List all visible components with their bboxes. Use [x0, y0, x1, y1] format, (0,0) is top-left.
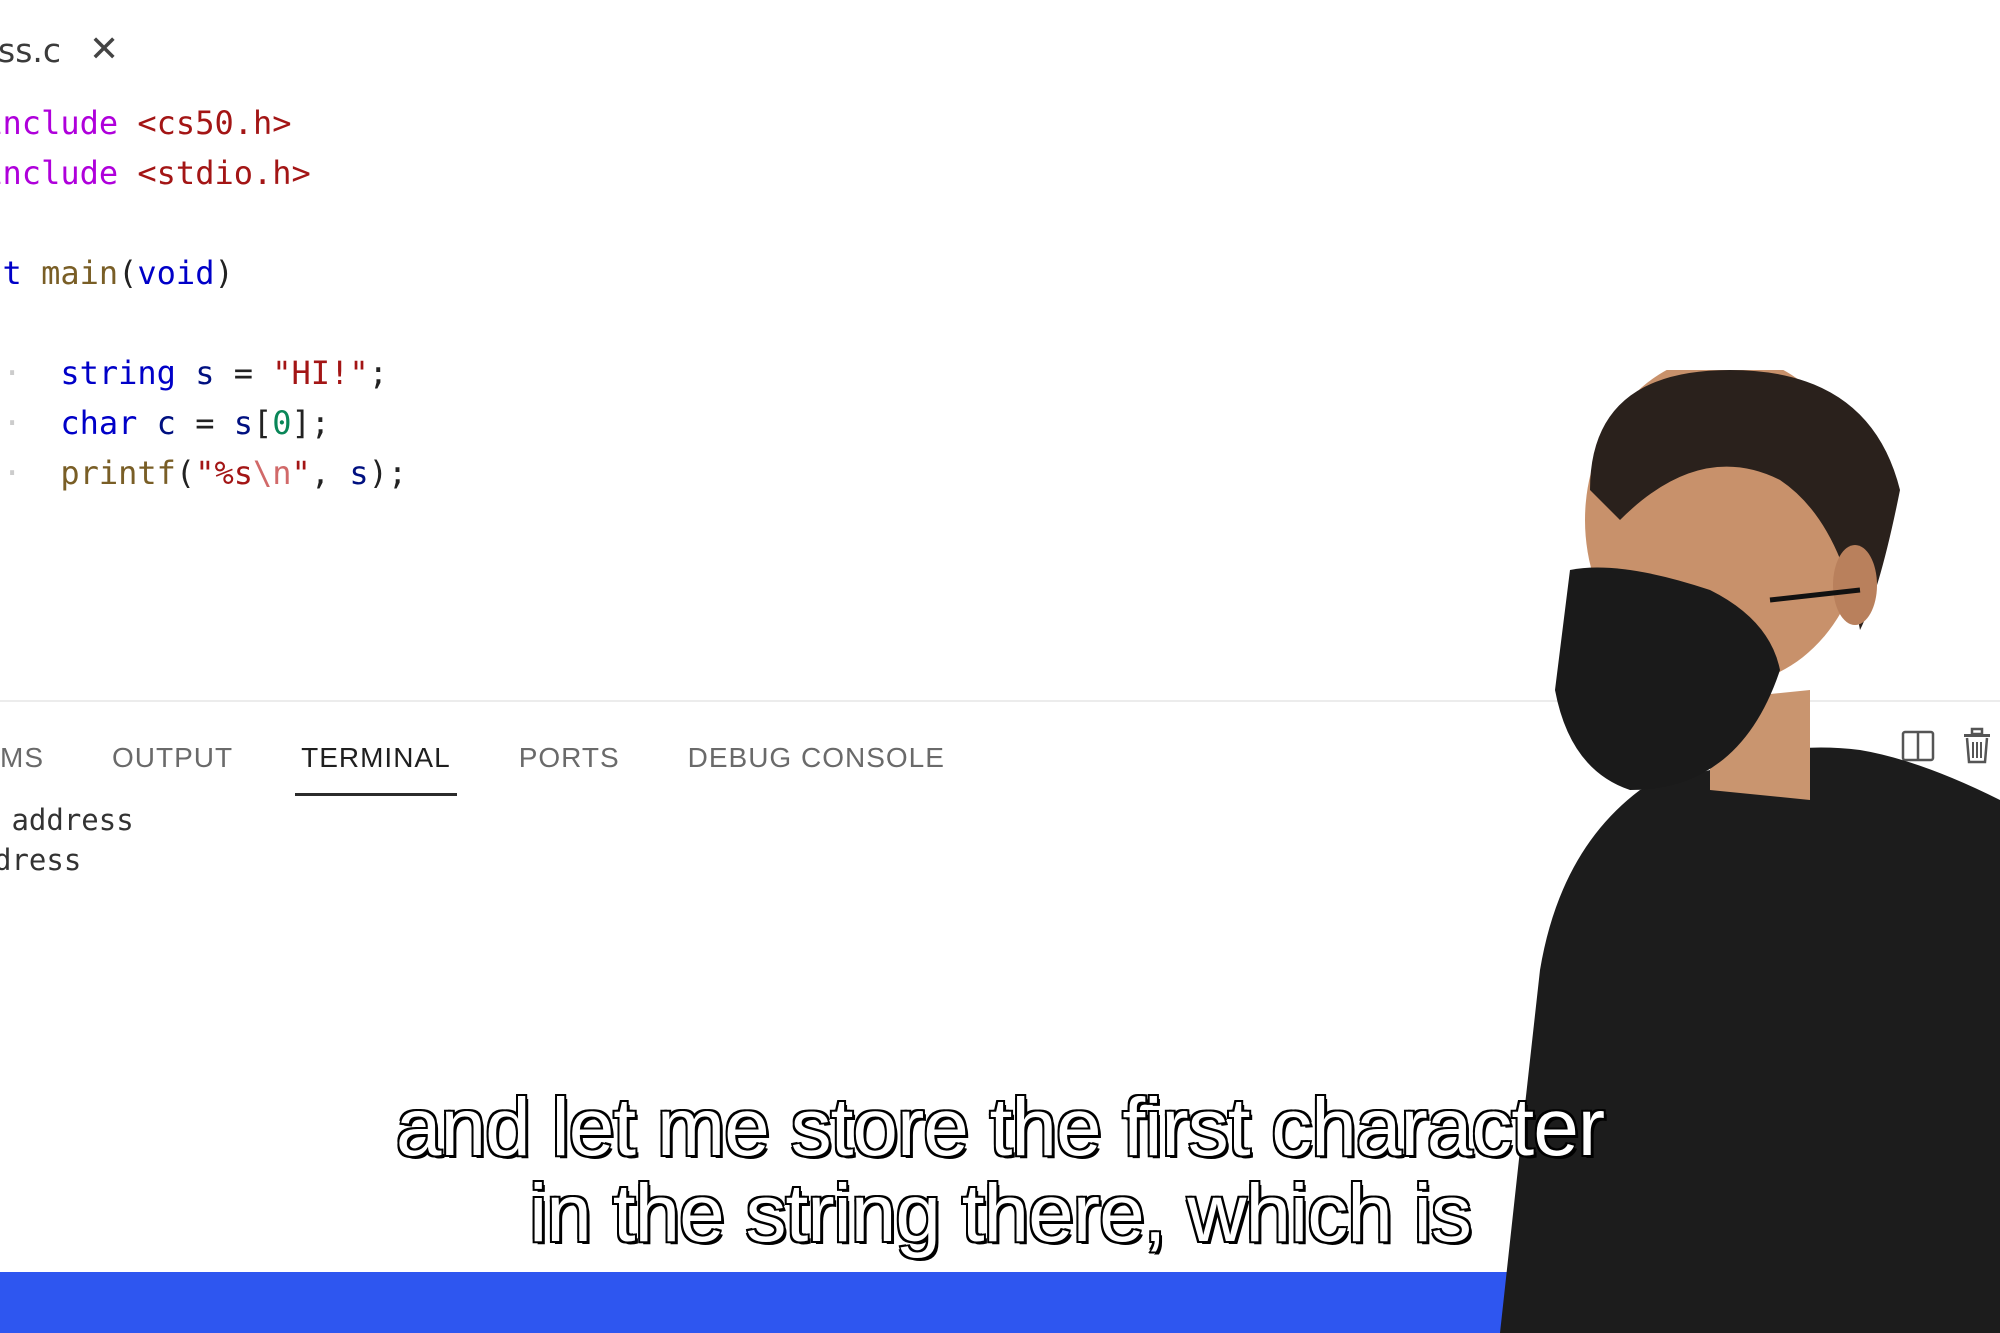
- close-icon[interactable]: ✕: [89, 32, 119, 68]
- code-line-1: #include <cs50.h>: [0, 104, 292, 142]
- terminal-output[interactable]: address dress: [0, 800, 134, 880]
- panel-tab-bar: MS OUTPUT TERMINAL PORTS DEBUG CONSOLE: [0, 728, 945, 796]
- caption-line-2: in the string there, which is: [528, 1168, 1474, 1259]
- terminal-line: address: [0, 803, 134, 837]
- terminal-line: dress: [0, 843, 82, 877]
- code-line-7: · char c = s[0];: [2, 404, 331, 442]
- code-editor[interactable]: #include <cs50.h> #include <stdio.h> t m…: [0, 98, 407, 498]
- tab-problems[interactable]: MS: [0, 742, 44, 774]
- code-line-8: · printf("%s\n", s);: [2, 454, 408, 492]
- tab-ports[interactable]: PORTS: [519, 742, 620, 774]
- subtitle-caption: and let me store the first character in …: [0, 1082, 2000, 1259]
- code-line-2: #include <stdio.h>: [0, 154, 311, 192]
- caption-line-1: and let me store the first character: [394, 1082, 1606, 1173]
- code-line-6: · string s = "HI!";: [2, 354, 388, 392]
- tab-debug-console[interactable]: DEBUG CONSOLE: [688, 742, 945, 774]
- code-line-4: t main(void): [2, 254, 234, 292]
- editor-tab[interactable]: ss.c ✕: [0, 20, 119, 80]
- tab-output[interactable]: OUTPUT: [112, 742, 233, 774]
- tab-terminal[interactable]: TERMINAL: [295, 742, 457, 796]
- editor-tab-filename: ss.c: [0, 30, 62, 70]
